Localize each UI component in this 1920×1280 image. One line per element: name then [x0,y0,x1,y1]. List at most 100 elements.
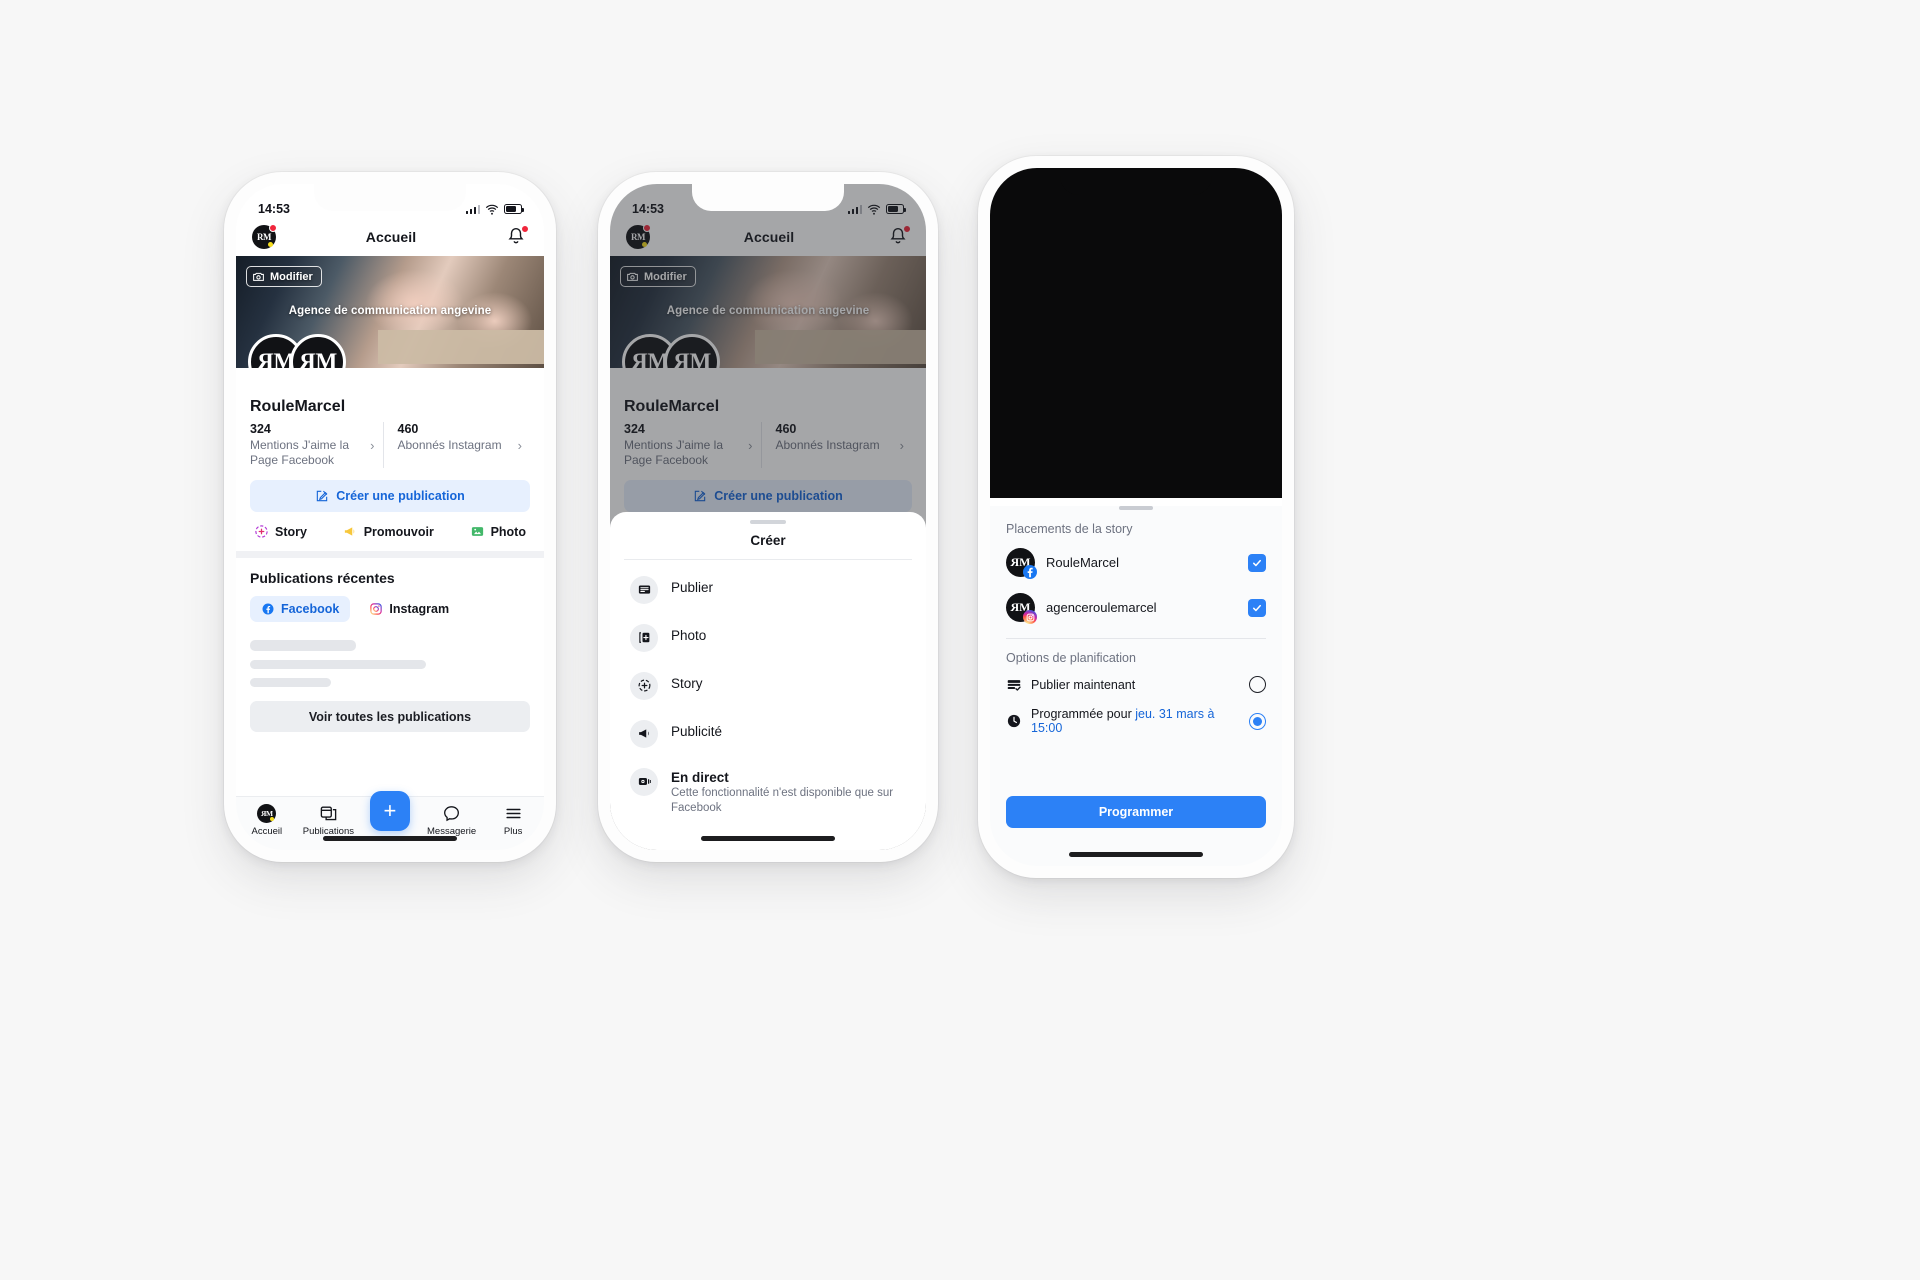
facebook-badge-icon [1023,565,1037,579]
live-video-icon [630,767,658,796]
create-option-label: Story [671,675,703,691]
tab-create[interactable]: + [362,791,418,831]
stat-value: 324 [250,422,271,436]
home-indicator [323,836,457,841]
option-label-text: Programmée pour [1031,707,1136,721]
create-option-label: En direct [671,769,729,785]
account-avatar-button[interactable]: RM [252,224,277,249]
create-option-story[interactable]: Story [610,662,926,710]
profile-pictures: RM RM [248,334,346,368]
tab-label: Facebook [281,602,340,616]
radio-scheduled[interactable] [1249,712,1266,730]
profile-picture-instagram[interactable]: RM [290,334,346,368]
quick-action-promote[interactable]: Promouvoir [343,524,434,539]
brand-dot [268,242,273,247]
top-nav-bar: RM Accueil [236,218,544,256]
bottom-tab-bar: RM Accueil Publications + Messagerie Plu… [236,791,544,850]
option-scheduled[interactable]: Programmée pour jeu. 31 mars à 15:00 [990,700,1282,742]
clock-icon [1007,714,1021,728]
profile-block: RouleMarcel 324 Mentions J'aime la Page … [236,368,544,551]
compose-icon [317,490,328,502]
recent-posts-section: Publications récentes Facebook Instagram [236,558,544,622]
create-option-photo[interactable]: Photo [610,614,926,662]
placement-checkbox-instagram[interactable] [1248,598,1266,617]
placements-title: Placements de la story [1006,522,1133,536]
create-option-publicite[interactable]: Publicité [610,710,926,758]
skeleton-line [250,640,357,651]
stat-instagram-followers[interactable]: 460 Abonnés Instagram › [382,422,531,468]
placement-name: RouleMarcel [1046,555,1119,570]
hamburger-icon [506,808,521,819]
create-post-button[interactable]: Créer une publication [250,480,530,512]
quick-action-story[interactable]: Story [254,524,307,539]
see-all-posts-button[interactable]: Voir toutes les publications [250,701,530,732]
facebook-icon [262,603,274,615]
publish-now-icon [1007,679,1021,691]
photo-add-icon [630,623,658,652]
stat-label: Abonnés Instagram [397,438,502,452]
placement-row-facebook[interactable]: RM RouleMarcel [990,540,1282,585]
cover-keyboard-detail [377,330,544,364]
quick-action-label: Photo [490,524,526,539]
placement-name: agenceroulemarcel [1046,600,1157,615]
chevron-right-icon: › [517,437,522,453]
option-label: Programmée pour jeu. 31 mars à 15:00 [1031,707,1240,735]
instagram-badge-icon [1023,610,1037,624]
home-indicator [1069,852,1203,857]
tab-instagram[interactable]: Instagram [358,596,460,622]
option-publish-now[interactable]: Publier maintenant [990,669,1282,700]
placement-row-instagram[interactable]: RM agenceroulemarcel [990,585,1282,630]
plus-fab-icon[interactable]: + [369,791,410,831]
placement-checkbox-facebook[interactable] [1248,553,1266,572]
cover-photo[interactable]: Agence de communication angevine Modifie… [236,256,544,368]
tab-facebook[interactable]: Facebook [250,596,351,622]
tab-label: Instagram [389,602,450,616]
notch [1060,168,1212,195]
screenshot-stage: 14:53 RM Accueil Agence de communication… [0,0,1920,1280]
photo-icon [471,527,483,536]
quick-action-label: Story [275,524,307,539]
story-plus-icon [630,671,658,700]
create-option-text-block: En direct Cette fonctionnalité n'est dis… [671,768,899,816]
create-post-label: Créer une publication [336,489,465,503]
notification-dot [269,224,277,232]
stat-facebook-likes[interactable]: 324 Mentions J'aime la Page Facebook › [250,422,383,468]
quick-actions-row: Story Promouvoir Photo [250,512,530,551]
avatar: RM [1006,593,1037,624]
status-indicators [465,202,524,216]
loading-skeleton [236,622,544,687]
tab-plus[interactable]: Plus [485,804,541,837]
create-option-sublabel: Cette fonctionnalité n'est disponible qu… [671,786,894,814]
recent-posts-title: Publications récentes [250,570,395,586]
megaphone-icon [344,527,354,536]
schedule-button[interactable]: Programmer [1006,796,1266,828]
cover-overlay-text: Agence de communication angevine [288,305,492,318]
megaphone-icon [630,719,658,748]
quick-action-photo[interactable]: Photo [470,524,526,539]
cellular-signal-icon [465,204,480,214]
create-bottom-sheet: Créer Publier Photo Story Publicité En d… [610,511,926,850]
notch [692,184,844,211]
avatar: RM [1006,548,1037,579]
create-option-en-direct[interactable]: En direct Cette fonctionnalité n'est dis… [610,758,926,826]
tab-publications[interactable]: Publications [300,804,356,837]
instagram-icon [370,603,383,615]
tab-messagerie[interactable]: Messagerie [424,804,480,837]
create-options-list: Publier Photo Story Publicité En direct … [610,560,926,826]
home-indicator [701,836,835,841]
page-title: Accueil [365,229,417,245]
chat-bubble-icon [444,806,460,822]
sheet-title: Créer [750,532,786,548]
posts-icon [320,806,337,821]
radio-publish-now[interactable] [1249,676,1266,693]
story-preview-area[interactable] [990,168,1282,498]
edit-cover-label: Modifier [270,270,313,283]
chevron-right-icon: › [370,437,375,453]
notifications-button[interactable] [506,225,529,248]
network-filter-tabs: Facebook Instagram [250,596,530,622]
edit-cover-button[interactable]: Modifier [246,266,322,287]
create-option-publier[interactable]: Publier [610,566,926,614]
stat-value: 460 [397,422,419,436]
tab-accueil[interactable]: RM Accueil [239,804,295,837]
phone-2-screen: 14:53 RM Accueil Agence de communication… [610,184,926,850]
